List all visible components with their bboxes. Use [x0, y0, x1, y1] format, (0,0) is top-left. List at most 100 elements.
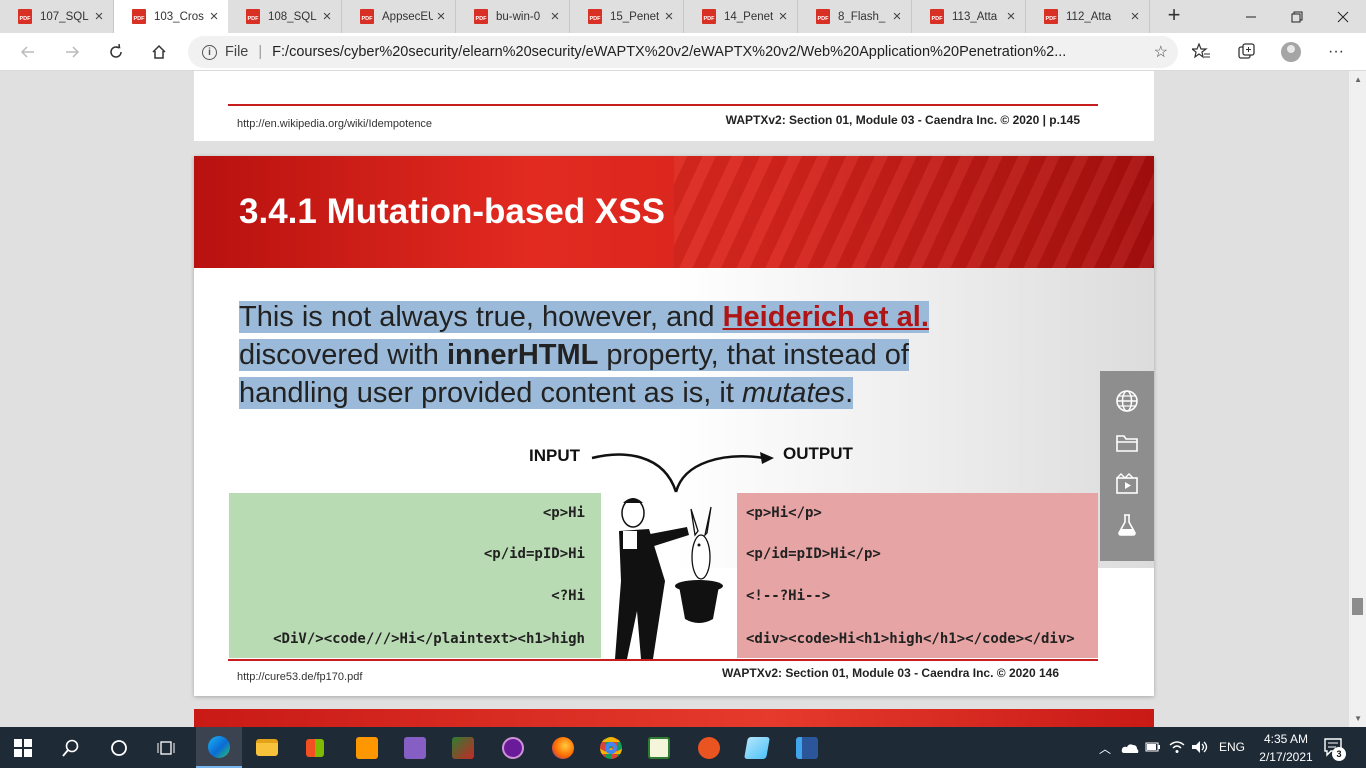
minimize-button[interactable] [1228, 0, 1274, 33]
heiderich-link[interactable]: Heiderich et al. [722, 301, 929, 333]
favorites-button[interactable] [1188, 39, 1214, 65]
close-window-button[interactable] [1320, 0, 1366, 33]
pdf-page-next [194, 709, 1154, 727]
taskbar-app-word[interactable] [784, 727, 830, 768]
settings-menu-button[interactable]: ··· [1323, 39, 1349, 65]
start-button[interactable] [0, 727, 46, 768]
taskbar-app-sublime[interactable] [344, 727, 390, 768]
taskbar-app-firefox[interactable] [540, 727, 586, 768]
onedrive-icon[interactable] [1121, 742, 1139, 754]
taskbar-app-network-tool[interactable] [440, 727, 486, 768]
cortana-icon [111, 739, 127, 756]
taskbar-app-visual-studio[interactable] [392, 727, 438, 768]
close-icon[interactable]: × [1003, 8, 1019, 25]
close-icon[interactable]: × [433, 8, 449, 25]
search-button[interactable] [48, 727, 94, 768]
banner-decoration [674, 156, 1154, 268]
close-icon[interactable]: × [206, 8, 222, 25]
pdf-side-toolbar [1100, 371, 1154, 561]
scroll-down-icon[interactable]: ▼ [1354, 714, 1362, 723]
tab-112-atta[interactable]: PDF 112_Atta × [1026, 0, 1150, 33]
close-icon[interactable]: × [547, 8, 563, 25]
pdf-viewer[interactable]: http://en.wikipedia.org/wiki/Idempotence… [0, 71, 1366, 727]
close-icon[interactable]: × [319, 8, 335, 25]
footer-copyright: WAPTXv2: Section 01, Module 03 - Caendra… [725, 113, 1080, 127]
wifi-icon[interactable] [1168, 740, 1186, 754]
close-icon[interactable]: × [91, 8, 107, 25]
lab-flask-icon[interactable] [1115, 513, 1139, 537]
output-code-line: <div><code>Hi<h1>high</h1></code></div> [746, 631, 1075, 647]
tab-108-sql[interactable]: PDF 108_SQL × [228, 0, 342, 33]
output-code-box: <p>Hi</p> <p/id=pID>Hi</p> <!--?Hi--> <d… [737, 493, 1098, 658]
address-bar[interactable]: i File | F:/courses/cyber%20security/ele… [188, 36, 1178, 68]
restore-button[interactable] [1274, 0, 1320, 33]
close-icon[interactable]: × [889, 8, 905, 25]
add-favorite-icon[interactable]: ☆ [1154, 42, 1168, 62]
tab-103-cross[interactable]: PDF 103_Cros × [114, 0, 228, 33]
tab-14-penet[interactable]: PDF 14_Penet × [684, 0, 798, 33]
profile-button[interactable] [1278, 39, 1304, 65]
file-scheme-label: File [225, 44, 249, 60]
address-separator: | [258, 44, 263, 60]
sublime-icon [356, 736, 378, 759]
arrow-right-icon [66, 46, 80, 58]
body-text-segment: This is not always true, however, and [239, 301, 723, 333]
tab-title: 107_SQL [40, 10, 89, 23]
forward-button[interactable] [58, 38, 86, 66]
network-tool-icon [452, 736, 474, 759]
info-icon[interactable]: i [202, 44, 217, 60]
clock-time[interactable]: 4:35 AM [1256, 732, 1316, 746]
taskbar-app-ubuntu[interactable] [686, 727, 732, 768]
scroll-up-icon[interactable]: ▲ [1354, 75, 1362, 84]
taskbar-app-xd[interactable] [636, 727, 682, 768]
close-icon[interactable]: × [775, 8, 791, 25]
globe-icon[interactable] [1115, 389, 1139, 413]
taskbar-app-file-explorer[interactable] [244, 727, 290, 768]
taskbar-app-chrome[interactable] [588, 727, 634, 768]
tab-8-flash[interactable]: PDF 8_Flash_ × [798, 0, 912, 33]
task-view-button[interactable] [144, 727, 190, 768]
footer-source-link[interactable]: http://en.wikipedia.org/wiki/Idempotence [237, 118, 432, 130]
input-code-line: <DiV/><code///>Hi</plaintext><h1>high [273, 631, 585, 647]
slide-body-text: This is not always true, however, and He… [239, 298, 999, 412]
task-view-icon [157, 740, 175, 755]
tab-107-sql[interactable]: PDF 107_SQL × [0, 0, 114, 33]
language-indicator[interactable]: ENG [1219, 740, 1245, 754]
close-icon[interactable]: × [1127, 8, 1143, 25]
volume-icon[interactable] [1191, 740, 1209, 754]
media-icon [502, 736, 524, 759]
tab-appseceu[interactable]: PDF AppsecEU × [342, 0, 456, 33]
clock-date[interactable]: 2/17/2021 [1252, 750, 1320, 764]
home-button[interactable] [145, 38, 173, 66]
taskbar-app-notes[interactable] [734, 727, 780, 768]
new-tab-button[interactable]: + [1162, 4, 1186, 28]
show-hidden-icons[interactable]: ︿ [1099, 740, 1111, 757]
battery-icon[interactable] [1145, 741, 1161, 753]
body-text-segment: handling user provided content as is, it [239, 377, 742, 409]
back-button[interactable] [14, 38, 42, 66]
close-icon[interactable]: × [661, 8, 677, 25]
scroll-thumb[interactable] [1352, 598, 1363, 615]
refresh-button[interactable] [102, 38, 130, 66]
footer-source-link[interactable]: http://cure53.de/fp170.pdf [237, 671, 362, 683]
chrome-icon [600, 736, 622, 759]
taskbar-app-edge[interactable] [196, 727, 242, 768]
video-icon[interactable] [1115, 472, 1139, 496]
tab-bu-win[interactable]: PDF bu-win-0 × [456, 0, 570, 33]
tab-113-atta[interactable]: PDF 113_Atta × [912, 0, 1026, 33]
tab-15-penet[interactable]: PDF 15_Penet × [570, 0, 684, 33]
ubuntu-icon [698, 736, 720, 759]
search-icon [62, 739, 79, 757]
folder-icon[interactable] [1115, 431, 1139, 455]
output-code-line: <p/id=pID>Hi</p> [746, 546, 881, 562]
vertical-scrollbar[interactable]: ▲ ▼ [1349, 71, 1366, 727]
cortana-button[interactable] [96, 727, 142, 768]
collections-button[interactable] [1233, 39, 1259, 65]
pdf-icon: PDF [360, 9, 374, 24]
taskbar-app-store[interactable] [292, 727, 338, 768]
url-text[interactable]: F:/courses/cyber%20security/elearn%20sec… [272, 44, 1132, 60]
output-code-line: <!--?Hi--> [746, 588, 831, 604]
tab-title: 113_Atta [952, 10, 998, 23]
taskbar-app-media[interactable] [490, 727, 536, 768]
folder-icon [256, 739, 278, 756]
